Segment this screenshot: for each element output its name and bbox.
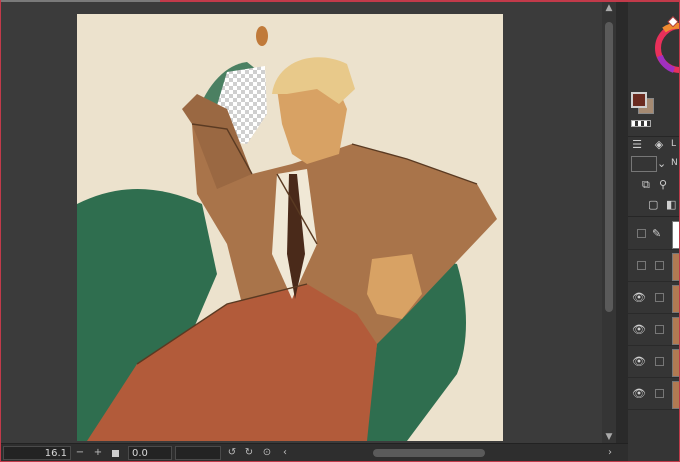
pen-layer-icon: ✎ xyxy=(652,227,662,240)
layer-row[interactable] xyxy=(628,250,680,282)
color-swatch-primary[interactable] xyxy=(631,92,647,108)
vertical-scrollbar[interactable]: ▲ ▼ xyxy=(602,2,616,443)
layer-tab-label[interactable]: L xyxy=(671,139,676,149)
blend-mode-label: N xyxy=(671,158,678,168)
clip-layer-icon[interactable]: ⧉ xyxy=(642,178,650,192)
zoom-in-button[interactable]: + xyxy=(92,446,104,460)
transparent-color-swatch[interactable] xyxy=(631,120,651,127)
layer-mask-icon[interactable]: ◧ xyxy=(666,198,676,211)
layer-lock-toggle[interactable] xyxy=(655,357,664,366)
rotate-left-icon[interactable]: ↺ xyxy=(226,446,238,460)
panel-separator xyxy=(628,136,679,137)
layer-row[interactable]: 👁 xyxy=(628,378,680,410)
panel-divider[interactable] xyxy=(616,2,628,462)
layer-lock-toggle[interactable] xyxy=(655,293,664,302)
vertical-scroll-thumb[interactable] xyxy=(605,22,613,312)
canvas-area[interactable] xyxy=(1,2,602,443)
panel-menu-icon[interactable]: ☰ xyxy=(631,138,643,151)
layer-list-separator xyxy=(628,216,679,217)
artwork-canvas[interactable] xyxy=(77,14,503,441)
canvas-status-bar: 16.1 − + 0.0 ↺ ↻ ⊙ ‹ › xyxy=(1,443,628,462)
eye-icon[interactable]: 👁 xyxy=(632,355,646,369)
visibility-toggle[interactable] xyxy=(637,261,646,270)
eye-icon[interactable]: 👁 xyxy=(632,291,646,305)
eye-icon[interactable]: 👁 xyxy=(632,387,646,401)
window-left-edge xyxy=(0,0,1,462)
horizontal-scroll-thumb[interactable] xyxy=(373,449,485,457)
layer-lock-toggle[interactable] xyxy=(655,389,664,398)
scroll-down-icon[interactable]: ▼ xyxy=(602,431,616,443)
zoom-out-button[interactable]: − xyxy=(74,446,86,460)
angle-field[interactable]: 0.0 xyxy=(128,446,172,460)
scroll-up-icon[interactable]: ▲ xyxy=(602,2,616,14)
layer-row[interactable]: ✎ xyxy=(628,218,680,250)
paint-dab xyxy=(256,26,268,46)
layer-row[interactable]: 👁 xyxy=(628,314,680,346)
zoom-field[interactable]: 16.1 xyxy=(3,446,71,460)
layer-lock-toggle[interactable] xyxy=(655,261,664,270)
eye-icon[interactable]: 👁 xyxy=(632,323,646,337)
new-layer-icon[interactable]: ▢ xyxy=(648,198,658,211)
fit-view-icon[interactable] xyxy=(112,450,119,457)
lock-layer-icon[interactable]: ⚲ xyxy=(659,178,667,191)
color-wheel[interactable] xyxy=(654,8,679,88)
layer-stack-icon[interactable]: ◈ xyxy=(652,138,666,151)
right-panel: ☰ ◈ L ⌄ N ⧉ ⚲ ▢ ◧ ✎ 👁 👁 👁 👁 xyxy=(628,2,680,461)
layer-row[interactable]: 👁 xyxy=(628,346,680,378)
blend-mode-dropdown[interactable] xyxy=(631,156,657,172)
scroll-right-button[interactable]: › xyxy=(604,446,616,460)
angle-slider[interactable] xyxy=(175,446,221,460)
reset-rotation-icon[interactable]: ⊙ xyxy=(261,446,273,460)
rotate-right-icon[interactable]: ↻ xyxy=(243,446,255,460)
layer-lock-toggle[interactable] xyxy=(655,325,664,334)
layer-row[interactable]: 👁 xyxy=(628,282,680,314)
chevron-down-icon[interactable]: ⌄ xyxy=(657,157,666,170)
scroll-left-button[interactable]: ‹ xyxy=(279,446,291,460)
visibility-toggle[interactable] xyxy=(637,229,646,238)
